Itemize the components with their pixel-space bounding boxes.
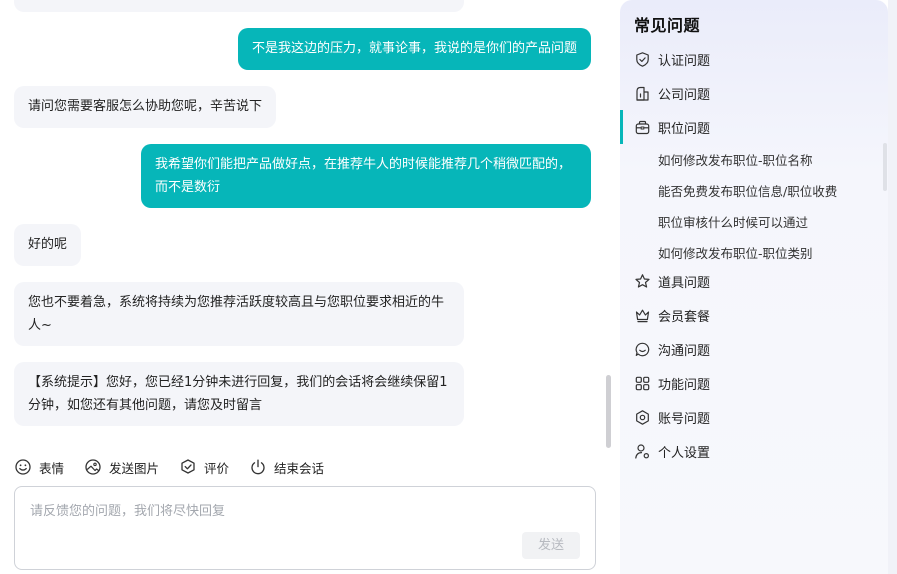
faq-category-label: 职位问题 (658, 121, 711, 137)
send-image-button[interactable]: 发送图片 (84, 458, 159, 477)
customer-service-window: 不是我这边的压力，就事论事，我说的是你们的产品问题 请问您需要客服怎么协助您呢，… (0, 0, 897, 574)
faq-question-link[interactable]: 能否免费发布职位信息/职位收费 (658, 181, 837, 200)
message-text: 而不是数衍 (155, 180, 221, 195)
faq-category-verification[interactable]: 认证问题 (620, 42, 888, 76)
message-text: 分钟，如您还有其他问题，请您及时留言 (28, 398, 263, 413)
end-session-button-label: 结束会话 (274, 460, 325, 476)
send-button[interactable]: 发送 (522, 532, 580, 559)
message-text: 人~ (28, 318, 52, 333)
chat-panel: 不是我这边的压力，就事论事，我说的是你们的产品问题 请问您需要客服怎么协助您呢，… (0, 0, 612, 574)
shield-check-icon (636, 51, 649, 67)
faq-category-membership[interactable]: 会员套餐 (620, 298, 888, 332)
chat-scrollbar-thumb[interactable] (606, 375, 611, 448)
message-text: 好的呢 (28, 237, 68, 252)
message-text: 我希望你们能把产品做好点，在推荐牛人的时候能推荐几个稍微匹配的， (155, 157, 572, 172)
faq-category-position[interactable]: 职位问题 (620, 110, 888, 144)
faq-question-link[interactable]: 如何修改发布职位-职位名称 (658, 150, 813, 169)
active-indicator (620, 110, 623, 144)
smile-icon (15, 459, 31, 475)
message-bubble-outgoing: 不是我这边的压力，就事论事，我说的是你们的产品问题 (238, 28, 591, 70)
faq-category-communication[interactable]: 沟通问题 (620, 332, 888, 366)
message-bubble-incoming: 好的呢 (14, 224, 81, 266)
faq-category-company[interactable]: 公司问题 (620, 76, 888, 110)
send-image-button-label: 发送图片 (109, 460, 160, 476)
message-bubble-incoming: 请问您需要客服怎么协助您呢，辛苦说下 (14, 86, 276, 128)
rate-button-label: 评价 (204, 460, 230, 476)
faq-title: 常见问题 (634, 12, 700, 36)
thumbs-up-icon (181, 459, 195, 474)
crown-icon (635, 309, 650, 322)
message-list[interactable]: 不是我这边的压力，就事论事，我说的是你们的产品问题 请问您需要客服怎么协助您呢，… (0, 0, 612, 440)
emoji-button-label: 表情 (39, 460, 65, 476)
message-text: 请问您需要客服怎么协助您呢，辛苦说下 (28, 99, 263, 114)
message-bubble-incoming: 您也不要着急，系统将持续为您推荐活跃度较高且与您职位要求相近的牛 人~ (14, 282, 464, 346)
faq-panel: 常见问题 认证问题 公司问题 职位问题 如何修改发布职位-职位名称 能否免费发布… (620, 0, 888, 574)
faq-category-label: 公司问题 (658, 87, 711, 103)
star-icon (635, 273, 650, 288)
chat-scrollbar-track[interactable] (600, 0, 612, 440)
message-input-box: 发送 (14, 486, 596, 570)
faq-title-accent: 问题 (667, 16, 701, 35)
faq-category-label: 沟通问题 (658, 343, 711, 359)
chat-icon (635, 342, 650, 356)
faq-category-label: 认证问题 (658, 53, 711, 69)
image-icon (85, 459, 101, 475)
faq-category-label: 个人设置 (658, 445, 711, 461)
faq-scrollbar-thumb[interactable] (883, 143, 887, 191)
faq-category-label: 功能问题 (658, 377, 711, 393)
faq-category-label: 道具问题 (658, 275, 711, 291)
chat-toolbar: 表情 发送图片 评价 结束会话 (14, 455, 344, 479)
message-bubble-system: 【系统提示】您好，您已经1分钟未进行回复，我们的会话将会继续保留1 分钟，如您还… (14, 362, 464, 426)
power-icon (251, 459, 265, 475)
grid-icon (635, 376, 650, 390)
faq-title-main: 常见 (634, 16, 668, 35)
faq-category-personal-settings[interactable]: 个人设置 (620, 434, 888, 468)
briefcase-icon (635, 120, 650, 134)
hexagon-icon (636, 409, 649, 425)
building-icon (636, 86, 649, 101)
rate-button[interactable]: 评价 (179, 458, 229, 477)
faq-category-features[interactable]: 功能问题 (620, 366, 888, 400)
message-text: 您也不要着急，系统将持续为您推荐活跃度较高且与您职位要求相近的牛 (28, 295, 445, 310)
faq-panel-edge (888, 0, 897, 574)
user-settings-icon (635, 443, 650, 459)
message-text: 不是我这边的压力，就事论事，我说的是你们的产品问题 (252, 41, 578, 56)
faq-category-label: 账号问题 (658, 411, 711, 427)
faq-category-props[interactable]: 道具问题 (620, 264, 888, 298)
message-bubble-outgoing: 我希望你们能把产品做好点，在推荐牛人的时候能推荐几个稍微匹配的， 而不是数衍 (141, 144, 591, 208)
faq-question-link[interactable]: 职位审核什么时候可以通过 (658, 212, 808, 231)
message-input[interactable] (15, 487, 595, 531)
faq-question-link[interactable]: 如何修改发布职位-职位类别 (658, 243, 813, 262)
message-bubble-partial (14, 0, 464, 12)
end-session-button[interactable]: 结束会话 (249, 458, 324, 477)
message-text: 【系统提示】您好，您已经1分钟未进行回复，我们的会话将会继续保留1 (28, 375, 448, 390)
faq-category-account[interactable]: 账号问题 (620, 400, 888, 434)
faq-category-label: 会员套餐 (658, 309, 711, 325)
emoji-button[interactable]: 表情 (14, 458, 64, 477)
